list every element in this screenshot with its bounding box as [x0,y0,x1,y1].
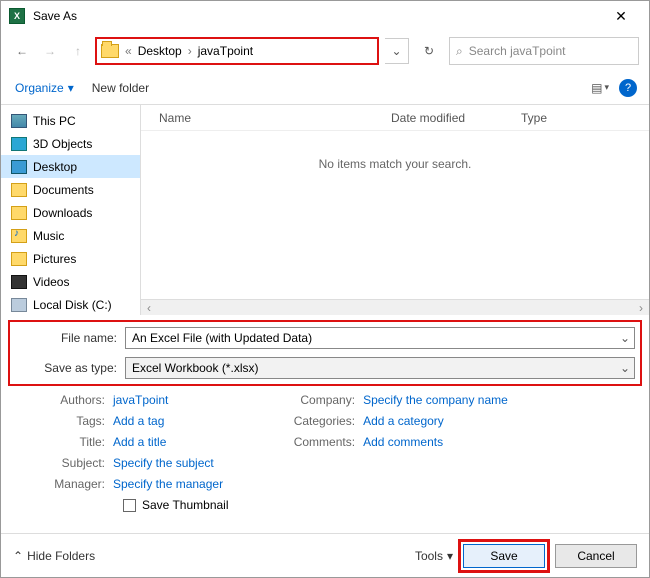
breadcrumb[interactable]: « Desktop › javaTpoint [95,37,379,65]
column-type[interactable]: Type [521,111,601,125]
tree-item-this-pc[interactable]: This PC [1,109,140,132]
categories-value[interactable]: Add a category [363,414,444,428]
categories-label: Categories: [283,414,363,428]
organize-button[interactable]: Organize▾ [15,81,74,95]
tree-item-pictures[interactable]: Pictures [1,247,140,270]
breadcrumb-prefix: « [125,44,132,58]
chevron-down-icon: ▾ [68,81,74,95]
save-thumbnail-label: Save Thumbnail [142,498,229,512]
title-label: Title: [13,435,113,449]
forward-button[interactable]: → [39,40,61,62]
pc-icon [11,114,27,128]
close-button[interactable]: ✕ [601,8,641,25]
tools-button[interactable]: Tools▾ [415,549,453,563]
tree-item-local-disk[interactable]: Local Disk (C:) [1,293,140,315]
excel-icon: X [9,8,25,24]
hide-folders-button[interactable]: ⌃ Hide Folders [13,549,95,563]
scroll-right-icon: › [633,301,649,315]
filename-label: File name: [15,331,125,345]
desktop-icon [11,160,27,174]
up-button[interactable]: ↑ [67,40,89,62]
company-value[interactable]: Specify the company name [363,393,508,407]
comments-value[interactable]: Add comments [363,435,443,449]
navbar: ← → ↑ « Desktop › javaTpoint ⌄ ↻ ⌕ Searc… [1,31,649,71]
save-thumbnail-row: Save Thumbnail [1,494,649,516]
titlebar: X Save As ✕ [1,1,649,31]
pictures-icon [11,252,27,266]
tags-label: Tags: [13,414,113,428]
tree-item-music[interactable]: Music [1,224,140,247]
breadcrumb-history-button[interactable]: ⌄ [385,38,409,64]
disk-icon [11,298,27,312]
new-folder-button[interactable]: New folder [92,81,149,95]
column-date[interactable]: Date modified [391,111,521,125]
metadata-section: Authors:javaTpoint Tags:Add a tag Title:… [1,385,649,494]
chevron-up-icon: ⌃ [13,549,23,563]
help-button[interactable]: ? [619,79,637,97]
subject-value[interactable]: Specify the subject [113,456,214,470]
tree-item-desktop[interactable]: Desktop [1,155,140,178]
view-button[interactable]: ▤ ▾ [591,81,609,95]
tags-value[interactable]: Add a tag [113,414,164,428]
filename-input[interactable]: An Excel File (with Updated Data) ⌄ [125,327,635,349]
chevron-down-icon[interactable]: ⌄ [620,331,630,345]
save-as-dialog: X Save As ✕ ← → ↑ « Desktop › javaTpoint… [0,0,650,578]
title-value[interactable]: Add a title [113,435,166,449]
tree-item-downloads[interactable]: Downloads [1,201,140,224]
empty-message: No items match your search. [141,131,649,299]
tree-item-documents[interactable]: Documents [1,178,140,201]
search-icon: ⌕ [456,44,463,59]
comments-label: Comments: [283,435,363,449]
folder-tree: This PC 3D Objects Desktop Documents Dow… [1,105,141,315]
chevron-right-icon: › [188,44,192,58]
dialog-title: Save As [33,9,601,23]
save-thumbnail-checkbox[interactable] [123,499,136,512]
music-icon [11,229,27,243]
refresh-button[interactable]: ↻ [415,37,443,65]
list-header: Name Date modified Type [141,105,649,131]
manager-value[interactable]: Specify the manager [113,477,223,491]
file-list: Name Date modified Type No items match y… [141,105,649,315]
tree-item-videos[interactable]: Videos [1,270,140,293]
column-name[interactable]: Name [141,111,391,125]
footer: ⌃ Hide Folders Tools▾ Save Cancel [1,533,649,577]
horizontal-scrollbar[interactable]: ‹ › [141,299,649,315]
toolbar: Organize▾ New folder ▤ ▾ ? [1,71,649,105]
content-area: This PC 3D Objects Desktop Documents Dow… [1,105,649,315]
savetype-dropdown[interactable]: Excel Workbook (*.xlsx) ⌄ [125,357,635,379]
company-label: Company: [283,393,363,407]
folder-icon [101,44,119,58]
videos-icon [11,275,27,289]
breadcrumb-part-0[interactable]: Desktop [138,44,182,58]
downloads-icon [11,206,27,220]
subject-label: Subject: [13,456,113,470]
search-placeholder: Search javaTpoint [469,44,566,58]
scroll-left-icon: ‹ [141,301,157,315]
authors-value[interactable]: javaTpoint [113,393,168,407]
filename-fields: File name: An Excel File (with Updated D… [9,321,641,385]
manager-label: Manager: [13,477,113,491]
back-button[interactable]: ← [11,40,33,62]
chevron-down-icon[interactable]: ⌄ [620,361,630,375]
3d-icon [11,137,27,151]
documents-icon [11,183,27,197]
cancel-button[interactable]: Cancel [555,544,637,568]
breadcrumb-part-1[interactable]: javaTpoint [198,44,253,58]
search-input[interactable]: ⌕ Search javaTpoint [449,37,639,65]
chevron-down-icon: ▾ [447,549,453,563]
tree-item-3d-objects[interactable]: 3D Objects [1,132,140,155]
save-button[interactable]: Save [463,544,545,568]
authors-label: Authors: [13,393,113,407]
savetype-label: Save as type: [15,361,125,375]
